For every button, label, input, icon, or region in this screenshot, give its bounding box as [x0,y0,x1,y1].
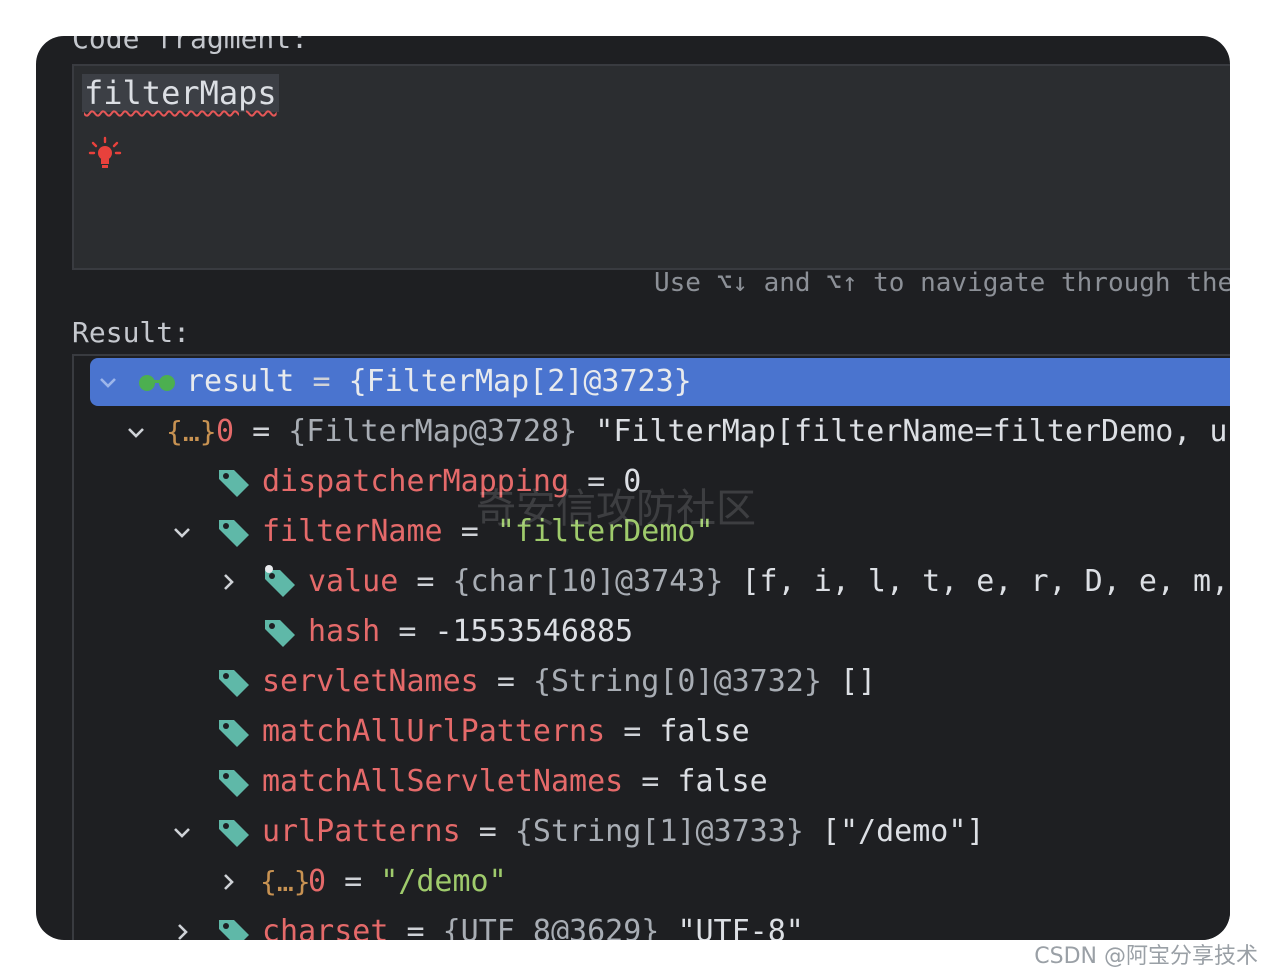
tree-row[interactable]: servletNames = {String[0]@3732} [] [74,658,1230,706]
chevron-down-icon[interactable] [94,358,122,406]
field-tag-icon [219,670,249,697]
field-tag-icon [219,820,249,847]
object-icon: {…} [260,865,311,898]
tree-row[interactable]: hash = -1553546885 [74,608,1230,656]
result-label: Result: [72,316,191,349]
code-text[interactable]: filterMaps [82,74,279,112]
chevron-down-icon[interactable] [168,508,196,556]
code-fragment-label: Code fragment: [72,36,309,55]
field-tag-icon [265,620,295,647]
lightbulb-icon[interactable] [88,136,122,170]
chevron-right-icon[interactable] [214,858,242,906]
tree-row[interactable]: {…} 0 = "/demo" [74,858,1230,906]
chevron-down-icon[interactable] [168,808,196,856]
watch-glasses-icon [139,375,175,391]
tree-row[interactable]: matchAllUrlPatterns = false [74,708,1230,756]
chevron-right-icon[interactable] [168,908,196,940]
tree-row[interactable]: matchAllServletNames = false [74,758,1230,806]
variable-name: result [186,364,295,399]
field-tag-icon [219,920,249,940]
tree-row[interactable]: urlPatterns = {String[1]@3733} ["/demo"] [74,808,1230,856]
code-editor[interactable]: filterMaps [72,64,1230,270]
field-tag-icon [219,470,249,497]
tree-row[interactable]: value = {char[10]@3743} [f, i, l, t, e, … [74,558,1230,606]
tree-row[interactable]: charset = {UTF_8@3629} "UTF-8" [74,908,1230,940]
evaluate-window: Code fragment: filterMaps Use ⌥↓ and ⌥↑ … [36,36,1230,940]
field-tag-icon [219,720,249,747]
result-tree[interactable]: result = {FilterMap[2]@3723} {…} 0 = {Fi… [72,354,1230,940]
credit-text: CSDN @阿宝分享技术 [1034,944,1258,969]
tree-row[interactable]: {…} 0 = {FilterMap@3728} "FilterMap[filt… [74,408,1230,456]
object-icon: {…} [166,415,217,448]
variable-ref: {FilterMap[2]@3723} [348,364,692,399]
field-tag-icon [219,520,249,547]
navigation-hint: Use ⌥↓ and ⌥↑ to navigate through the [654,268,1230,298]
field-tag-icon [219,770,249,797]
chevron-down-icon[interactable] [122,408,150,456]
field-tag-final-icon [265,565,295,597]
watermark: 奇安信攻防社区 [476,486,756,532]
tree-row-result[interactable]: result = {FilterMap[2]@3723} [90,358,1230,406]
chevron-right-icon[interactable] [214,558,242,606]
